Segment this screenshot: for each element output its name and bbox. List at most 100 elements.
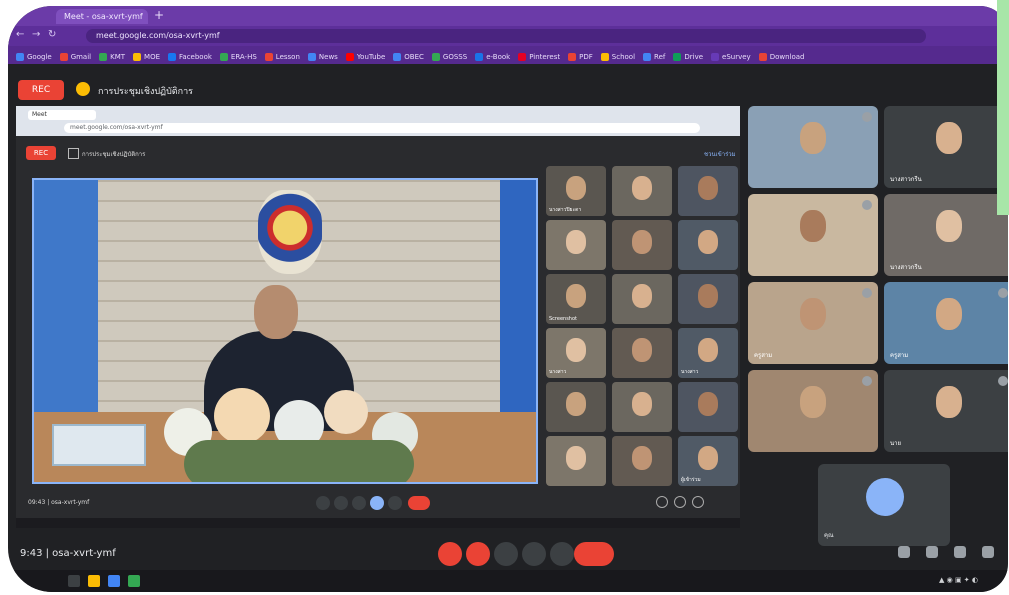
pin-icon[interactable] xyxy=(862,200,872,210)
raise-hand-button[interactable] xyxy=(494,542,518,566)
start-icon[interactable] xyxy=(68,575,80,587)
participant-face xyxy=(698,446,718,470)
participant-face xyxy=(698,338,718,362)
bookmark-item[interactable]: GOSSS xyxy=(431,53,468,61)
pin-icon[interactable] xyxy=(862,112,872,122)
inner-participant-tile xyxy=(678,166,738,216)
bookmark-item[interactable]: Facebook xyxy=(168,53,212,61)
bookmark-icon xyxy=(673,53,682,61)
blue-banner-left xyxy=(34,180,98,420)
inner-participant-tile xyxy=(612,220,672,270)
present-button[interactable] xyxy=(522,542,546,566)
bookmark-item[interactable]: ERA-HS xyxy=(219,53,257,61)
more-options-button[interactable] xyxy=(550,542,574,566)
pin-icon[interactable] xyxy=(862,288,872,298)
info-icon[interactable] xyxy=(898,546,910,558)
explorer-icon[interactable] xyxy=(88,575,100,587)
participant-name: นางสาว xyxy=(549,369,567,375)
participant-tile[interactable]: นางสาวกรีน xyxy=(884,194,1008,276)
bookmark-icon xyxy=(168,53,177,61)
participant-face xyxy=(566,338,586,362)
meeting-title: การประชุมเชิงปฏิบัติการ xyxy=(98,87,193,97)
participant-tile[interactable] xyxy=(748,194,878,276)
participant-name: นางสาวกรีน xyxy=(890,264,922,271)
bookmark-item[interactable]: eSurvey xyxy=(711,53,751,61)
bookmark-icon xyxy=(264,53,273,61)
bookmark-item[interactable]: News xyxy=(307,53,338,61)
chrome-icon[interactable] xyxy=(128,575,140,587)
blue-banner-right xyxy=(500,180,536,420)
inner-url-field: meet.google.com/osa-xvrt-ymf xyxy=(64,123,700,133)
participant-face xyxy=(632,284,652,308)
participant-face xyxy=(698,176,718,200)
chat-icon[interactable] xyxy=(954,546,966,558)
bookmark-label: GOSSS xyxy=(442,53,468,61)
address-bar-row: ← → ↻ meet.google.com/osa-xvrt-ymf xyxy=(8,26,1008,46)
bookmark-item[interactable]: KMT xyxy=(99,53,125,61)
pin-icon[interactable] xyxy=(998,288,1008,298)
presenter-head xyxy=(254,285,298,339)
bookmark-item[interactable]: e-Book xyxy=(475,53,510,61)
bookmark-item[interactable]: Drive xyxy=(673,53,703,61)
bookmark-item[interactable]: Lesson xyxy=(264,53,300,61)
bookmark-icon xyxy=(475,53,484,61)
bookmark-label: School xyxy=(611,53,636,61)
store-icon[interactable] xyxy=(108,575,120,587)
bookmark-item[interactable]: Download xyxy=(758,53,805,61)
participant-tile[interactable] xyxy=(748,106,878,188)
bookmark-item[interactable]: OBEC xyxy=(393,53,424,61)
bookmark-item[interactable]: Google xyxy=(16,53,52,61)
bookmark-item[interactable]: PDF xyxy=(568,53,593,61)
reload-icon[interactable]: ↻ xyxy=(48,29,56,40)
bookmark-label: ERA-HS xyxy=(230,53,257,61)
participant-tile[interactable]: ครูสาม xyxy=(884,282,1008,364)
inner-participant-tile xyxy=(546,436,606,486)
side-icons xyxy=(898,546,994,558)
pin-icon[interactable] xyxy=(862,376,872,386)
bookmark-label: Download xyxy=(769,53,805,61)
activities-icon[interactable] xyxy=(982,546,994,558)
inner-hand-icon xyxy=(352,496,366,510)
inner-participant-tile xyxy=(612,328,672,378)
participant-tile[interactable]: นาย xyxy=(884,370,1008,452)
participant-face xyxy=(936,386,962,418)
background-green-panel xyxy=(997,0,1009,215)
bookmark-item[interactable]: MOE xyxy=(133,53,160,61)
people-icon[interactable] xyxy=(926,546,938,558)
inner-more-icon xyxy=(388,496,402,510)
back-icon[interactable]: ← xyxy=(16,29,24,40)
participant-tile[interactable]: ครูสาม xyxy=(748,282,878,364)
inner-participant-tile: Screenshot xyxy=(546,274,606,324)
bookmark-item[interactable]: YouTube xyxy=(345,53,385,61)
inner-participant-grid: นางสาวปิยะดา Screenshot นางสาว นางสาว ผู้เข้… xyxy=(546,166,750,486)
bookmark-icon xyxy=(99,53,108,61)
bookmark-label: OBEC xyxy=(404,53,424,61)
participant-tile[interactable]: นางสาวกรีน xyxy=(884,106,1008,188)
inner-participant-tile xyxy=(612,274,672,324)
bookmark-item[interactable]: School xyxy=(600,53,636,61)
mic-off-button[interactable] xyxy=(438,542,462,566)
forward-icon[interactable]: → xyxy=(32,29,40,40)
bookmark-item[interactable]: Gmail xyxy=(59,53,92,61)
end-call-button[interactable] xyxy=(574,542,614,566)
participant-face xyxy=(936,298,962,330)
bookmark-icon xyxy=(600,53,609,61)
url-field[interactable]: meet.google.com/osa-xvrt-ymf xyxy=(86,29,926,43)
participant-tile[interactable] xyxy=(748,370,878,452)
bookmark-item[interactable]: Pinterest xyxy=(518,53,560,61)
bookmark-label: Gmail xyxy=(70,53,92,61)
presenter-video xyxy=(32,178,538,484)
pin-icon[interactable] xyxy=(998,376,1008,386)
bookmark-label: Drive xyxy=(684,53,704,61)
camera-off-button[interactable] xyxy=(466,542,490,566)
participant-name: Screenshot xyxy=(549,316,577,322)
inner-controls: 09:43 | osa-xvrt-ymf xyxy=(16,496,740,516)
browser-tab[interactable]: Meet - osa-xvrt-ymf xyxy=(56,9,148,24)
participant-face xyxy=(936,210,962,242)
name-plaque xyxy=(52,424,146,466)
bookmark-icon xyxy=(393,53,402,61)
new-tab-icon[interactable]: + xyxy=(154,8,164,22)
participant-name: นางสาว xyxy=(681,369,699,375)
bookmark-item[interactable]: Ref xyxy=(643,53,665,61)
self-avatar xyxy=(866,478,904,516)
